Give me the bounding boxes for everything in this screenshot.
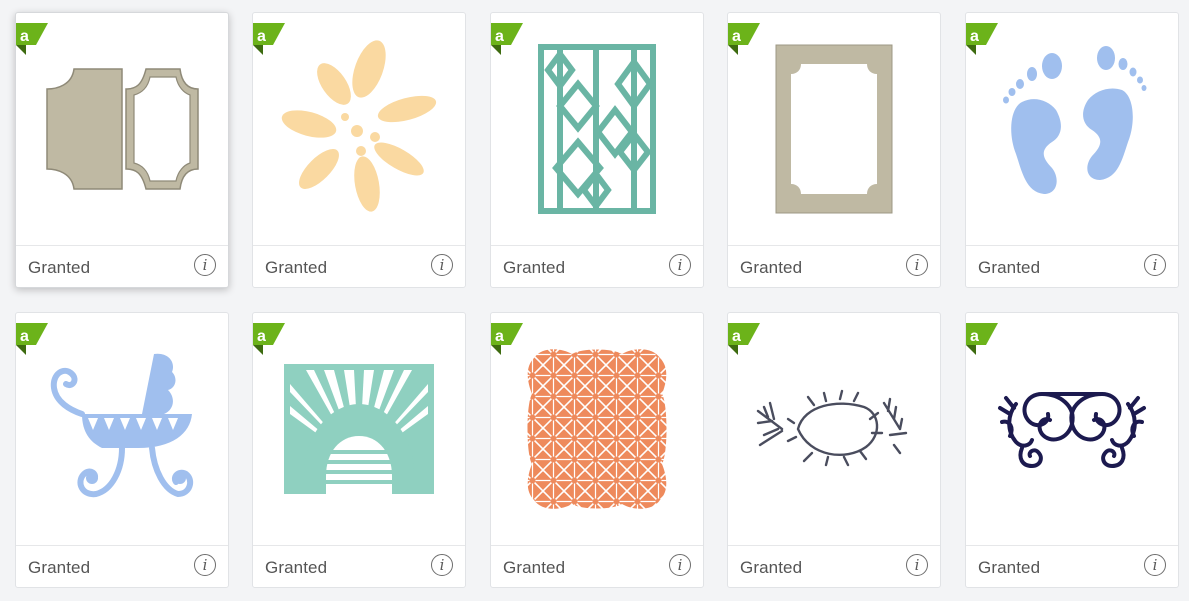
- design-thumbnail: [966, 313, 1178, 545]
- card-footer: Granted i: [966, 245, 1178, 287]
- license-status: Granted: [265, 558, 328, 577]
- card-footer: Granted i: [253, 545, 465, 587]
- card-footer: Granted i: [728, 245, 940, 287]
- license-status: Granted: [265, 258, 328, 277]
- info-icon[interactable]: i: [669, 254, 691, 276]
- license-status: Granted: [740, 558, 803, 577]
- design-thumbnail: [491, 13, 703, 245]
- card-footer: Granted i: [491, 245, 703, 287]
- design-thumbnail: [253, 313, 465, 545]
- info-icon[interactable]: i: [669, 554, 691, 576]
- design-thumbnail: [728, 13, 940, 245]
- baby-footprints-image: [1003, 46, 1147, 194]
- info-icon[interactable]: i: [431, 254, 453, 276]
- info-icon[interactable]: i: [906, 554, 928, 576]
- card-footer: Granted i: [16, 545, 228, 587]
- license-status: Granted: [503, 258, 566, 277]
- bracket-frame-card-image: [46, 68, 199, 190]
- license-status: Granted: [28, 258, 91, 277]
- sunrise-panel-image: [284, 364, 434, 494]
- geometric-lace-panel-image: [527, 349, 667, 509]
- baby-carriage-image: [50, 353, 194, 498]
- design-thumbnail: [728, 313, 940, 545]
- license-status: Granted: [978, 558, 1041, 577]
- license-status: Granted: [28, 558, 91, 577]
- card-footer: Granted i: [966, 545, 1178, 587]
- design-thumbnail: [16, 313, 228, 545]
- info-icon[interactable]: i: [1144, 254, 1166, 276]
- design-thumbnail: [491, 313, 703, 545]
- card-footer: Granted i: [491, 545, 703, 587]
- info-icon[interactable]: i: [194, 554, 216, 576]
- license-status: Granted: [740, 258, 803, 277]
- image-card[interactable]: a Granted i: [490, 12, 704, 288]
- card-footer: Granted i: [253, 245, 465, 287]
- info-icon[interactable]: i: [1144, 554, 1166, 576]
- design-thumbnail: [16, 13, 228, 245]
- image-card[interactable]: a Granted i: [965, 312, 1179, 588]
- info-icon[interactable]: i: [431, 554, 453, 576]
- image-card[interactable]: a Granted i: [727, 12, 941, 288]
- info-icon[interactable]: i: [194, 254, 216, 276]
- splash-flower-image: [281, 40, 437, 212]
- license-status: Granted: [503, 558, 566, 577]
- card-footer: Granted i: [16, 245, 228, 287]
- license-status: Granted: [978, 258, 1041, 277]
- card-footer: Granted i: [728, 545, 940, 587]
- image-card[interactable]: a Granted i: [252, 12, 466, 288]
- info-icon[interactable]: i: [906, 254, 928, 276]
- design-thumbnail: [966, 13, 1178, 245]
- image-card[interactable]: a Granted i: [15, 312, 229, 588]
- diamond-lattice-panel-image: [538, 44, 656, 214]
- image-card[interactable]: a Granted i: [15, 12, 229, 288]
- image-card[interactable]: a Granted i: [965, 12, 1179, 288]
- image-card[interactable]: a Granted i: [490, 312, 704, 588]
- image-card[interactable]: a Granted i: [252, 312, 466, 588]
- branch-wreath-image: [756, 389, 908, 467]
- scroll-flourish-image: [998, 392, 1146, 469]
- design-thumbnail: [253, 13, 465, 245]
- image-card[interactable]: a Granted i: [727, 312, 941, 588]
- scalloped-frame-image: [775, 44, 893, 214]
- image-grid: a Granted i a Granted i a Granted i a Gr…: [0, 0, 1189, 601]
